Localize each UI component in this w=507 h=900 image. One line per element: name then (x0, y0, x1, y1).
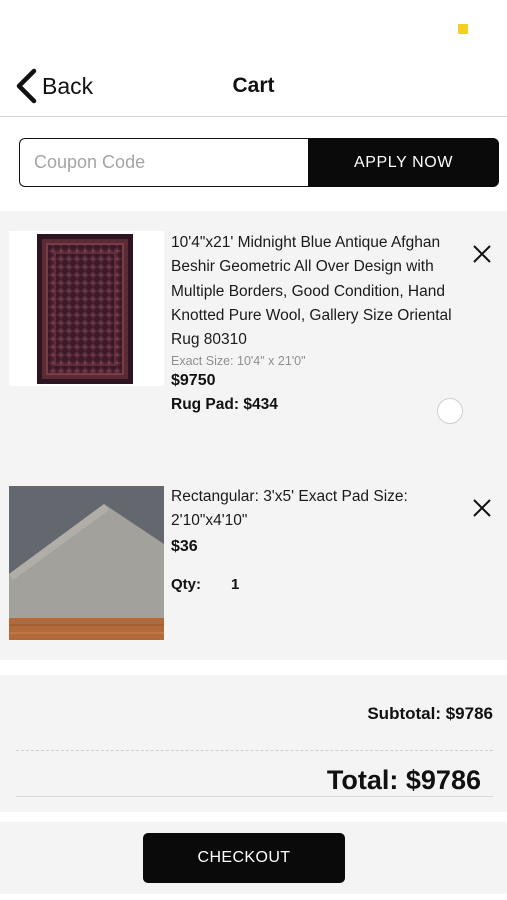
item-details: 10'4"x21' Midnight Blue Antique Afghan B… (171, 231, 461, 414)
navigation-bar: Back Cart (0, 60, 507, 116)
status-indicator (458, 24, 468, 34)
item-title: Rectangular: 3'x5' Exact Pad Size: 2'10"… (171, 488, 408, 530)
total: Total: $9786 (326, 765, 481, 795)
total-divider (16, 796, 493, 797)
rug-pad-price: Rug Pad: $434 (171, 396, 278, 414)
item-title: 10'4"x21' Midnight Blue Antique Afghan B… (171, 234, 452, 349)
item-price: $9750 (171, 372, 216, 390)
page-title: Cart (232, 74, 275, 97)
apply-now-button[interactable]: APPLY NOW (308, 138, 499, 187)
close-icon (473, 499, 491, 517)
remove-item-button[interactable] (469, 241, 495, 267)
checkout-button[interactable]: CHECKOUT (143, 833, 345, 883)
rug-pad-thumbnail[interactable] (9, 486, 164, 640)
cart-items-panel: 10'4"x21' Midnight Blue Antique Afghan B… (0, 211, 507, 660)
checkout-area: CHECKOUT (0, 822, 507, 894)
qty-label: Qty: (171, 575, 201, 593)
coupon-form: APPLY NOW (19, 138, 499, 187)
rug-thumbnail[interactable] (9, 231, 164, 386)
item-exact-size: Exact Size: 10'4" x 21'0" (171, 354, 306, 369)
qty-value[interactable]: 1 (231, 576, 239, 593)
header-divider (0, 116, 507, 117)
item-price: $36 (171, 537, 198, 555)
item-details: Rectangular: 3'x5' Exact Pad Size: 2'10"… (171, 485, 461, 593)
order-summary: Subtotal: $9786 Total: $9786 (0, 675, 507, 812)
cart-item: Rectangular: 3'x5' Exact Pad Size: 2'10"… (0, 485, 507, 645)
remove-item-button[interactable] (469, 495, 495, 521)
close-icon (473, 245, 491, 263)
coupon-code-input[interactable] (19, 138, 308, 187)
cart-item: 10'4"x21' Midnight Blue Antique Afghan B… (0, 211, 507, 461)
subtotal: Subtotal: $9786 (367, 704, 493, 723)
dashed-divider (16, 750, 493, 751)
rug-pad-radio[interactable] (437, 398, 463, 424)
quantity-row: Qty: 1 (171, 576, 461, 593)
